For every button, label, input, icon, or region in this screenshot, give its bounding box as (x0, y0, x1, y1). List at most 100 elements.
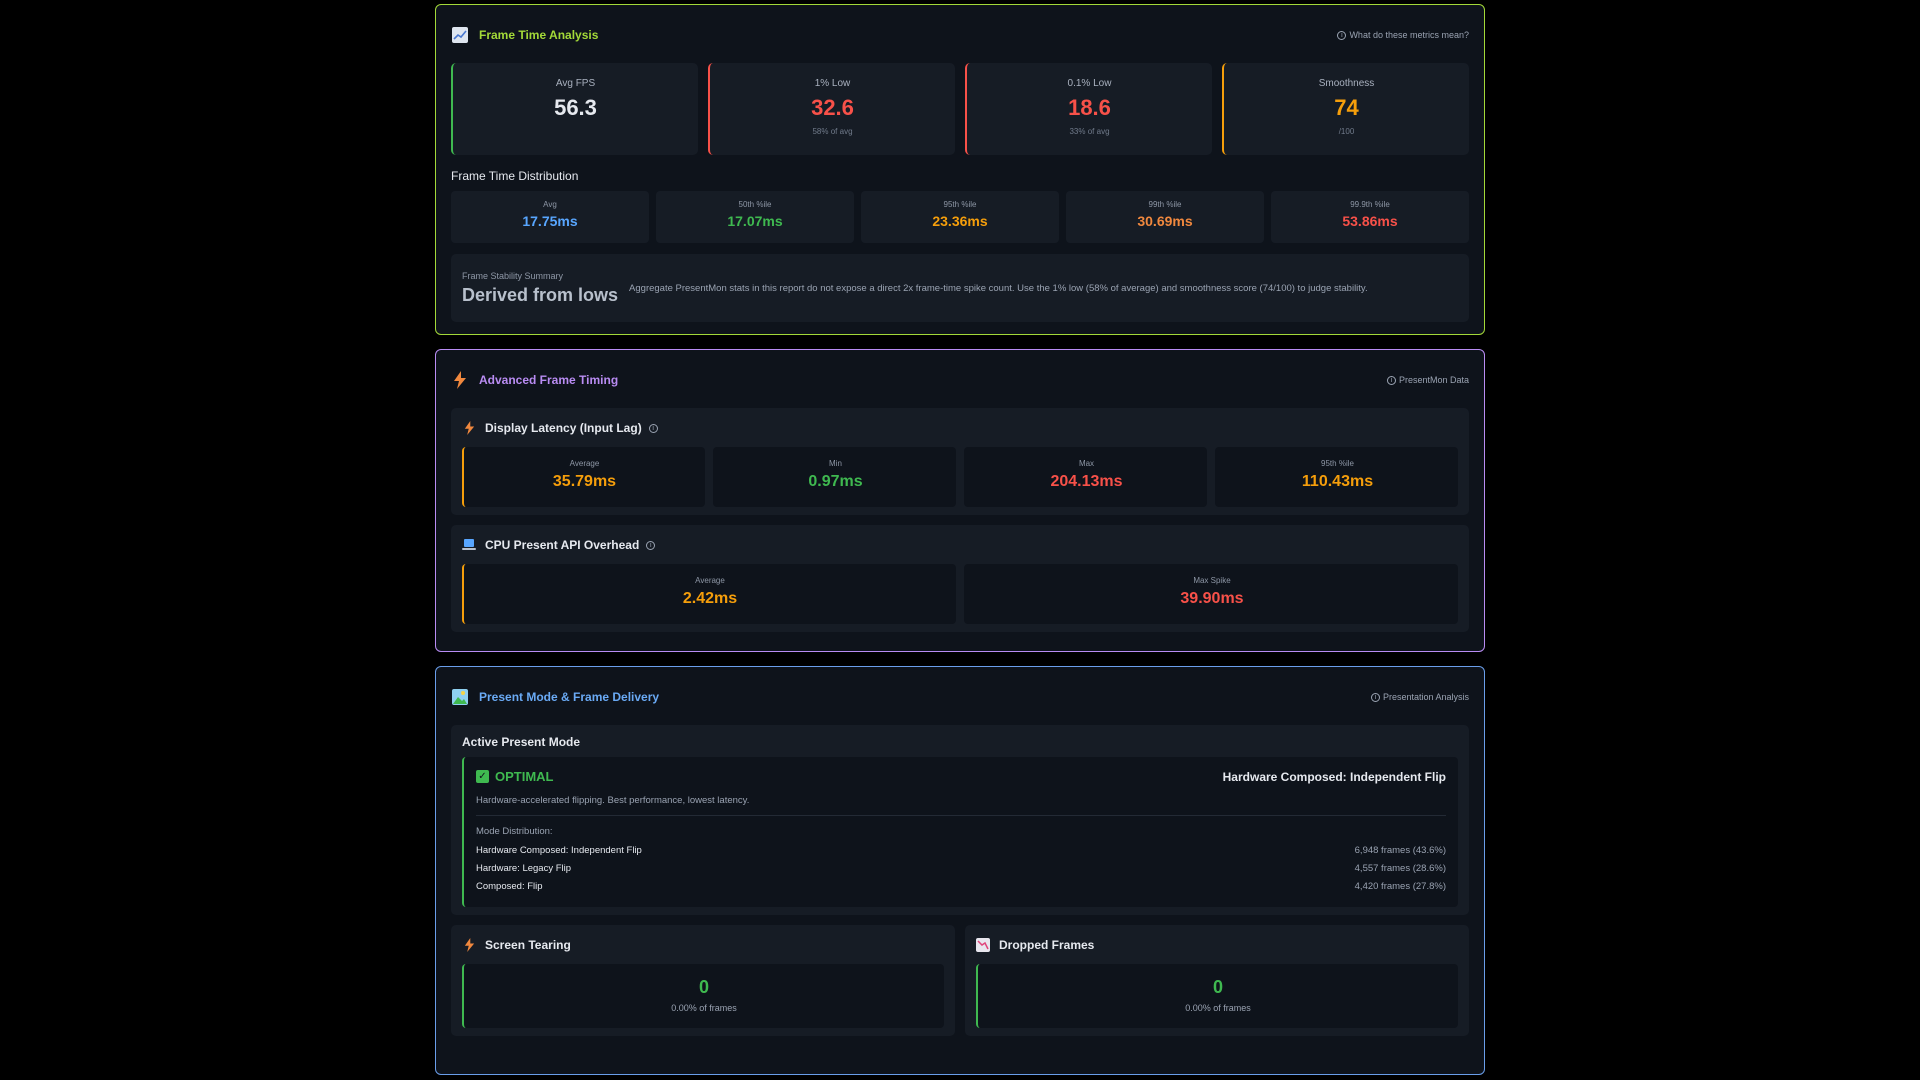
latency-value: 110.43ms (1301, 473, 1374, 490)
dist-label: 99th %ile (1148, 200, 1182, 209)
metric-value: 32.6 (811, 95, 854, 120)
chart-icon (451, 26, 469, 44)
advanced-timing-panel: Advanced Frame Timing i PresentMon Data … (435, 349, 1485, 652)
frame-time-header: Frame Time Analysis i What do these metr… (451, 21, 1469, 49)
info-icon[interactable]: i (646, 540, 656, 550)
latency-max: Max 204.13ms (964, 447, 1207, 507)
stability-summary: Frame Stability Summary Derived from low… (451, 254, 1469, 322)
latency-value: 35.79ms (552, 473, 617, 490)
frame-time-info-link[interactable]: i What do these metrics mean? (1337, 30, 1469, 40)
metric-1pct-low: 1% Low 32.6 58% of avg (708, 63, 955, 155)
dist-label: 99.9th %ile (1350, 200, 1390, 209)
dist-value: 30.69ms (1137, 213, 1193, 229)
lightning-icon (462, 421, 476, 435)
cpu-average: Average 2.42ms (462, 564, 956, 624)
image-icon (451, 688, 469, 706)
advanced-timing-header: Advanced Frame Timing i PresentMon Data (451, 366, 1469, 394)
dist-p95: 95th %ile 23.36ms (861, 191, 1059, 243)
advanced-timing-info-link[interactable]: i PresentMon Data (1386, 375, 1469, 385)
cpu-value: 2.42ms (682, 590, 738, 607)
dropped-frames-title: Dropped Frames (999, 938, 1095, 952)
mode-frames: 4,557 frames (28.6%) (1354, 863, 1446, 874)
metric-label: Avg FPS (555, 78, 596, 89)
info-icon: i (1370, 692, 1380, 702)
info-icon: i (1386, 375, 1396, 385)
lightning-icon (462, 938, 476, 952)
mode-name: Hardware: Legacy Flip (476, 863, 572, 874)
screen-tearing-section: Screen Tearing 0 0.00% of frames (451, 925, 955, 1036)
mode-distribution-label: Mode Distribution: (476, 826, 553, 837)
dropped-frames-sub: 0.00% of frames (1185, 1003, 1251, 1013)
dropped-frames-section: Dropped Frames 0 0.00% of frames (965, 925, 1469, 1036)
dist-label: 50th %ile (738, 200, 772, 209)
screen-tearing-title: Screen Tearing (485, 938, 571, 952)
dist-value: 53.86ms (1342, 213, 1398, 229)
info-icon[interactable]: i (648, 423, 658, 433)
display-latency-title: Display Latency (Input Lag) (485, 421, 642, 435)
screen-tearing-header: Screen Tearing (462, 935, 944, 955)
distribution-row: Avg 17.75ms 50th %ile 17.07ms 95th %ile … (451, 191, 1469, 243)
present-mode-info-link[interactable]: i Presentation Analysis (1370, 692, 1469, 702)
latency-average: Average 35.79ms (462, 447, 705, 507)
advanced-timing-title: Advanced Frame Timing (479, 373, 619, 387)
metric-value: 18.6 (1068, 95, 1111, 120)
chart-down-icon (976, 938, 990, 952)
latency-p95: 95th %ile 110.43ms (1215, 447, 1458, 507)
dropped-frames-value: 0 (1212, 977, 1223, 997)
latency-value: 0.97ms (808, 473, 863, 490)
present-mode-card: ✓ OPTIMAL Hardware Composed: Independent… (462, 757, 1458, 907)
latency-label: Max (1078, 459, 1095, 468)
latency-min: Min 0.97ms (713, 447, 956, 507)
present-mode-panel: Present Mode & Frame Delivery i Presenta… (435, 666, 1485, 1075)
mode-description: Hardware-accelerated flipping. Best perf… (476, 795, 1446, 816)
metric-value: 74 (1334, 95, 1359, 120)
dist-value: 17.07ms (727, 213, 783, 229)
frame-time-info-text: What do these metrics mean? (1349, 30, 1469, 40)
status-badge: ✓ OPTIMAL (476, 769, 554, 784)
list-item: Hardware Composed: Independent Flip 6,94… (476, 845, 1446, 856)
distribution-title: Frame Time Distribution (451, 169, 579, 183)
latency-label: Average (569, 459, 600, 468)
metric-sub: 33% of avg (1069, 127, 1110, 136)
present-mode-header: Present Mode & Frame Delivery i Presenta… (451, 683, 1469, 711)
cpu-overhead-title: CPU Present API Overhead (485, 538, 640, 552)
dist-p99: 99th %ile 30.69ms (1066, 191, 1264, 243)
screen-tearing-card: 0 0.00% of frames (462, 964, 944, 1028)
laptop-icon (462, 538, 476, 552)
present-mode-info-text: Presentation Analysis (1382, 692, 1469, 702)
metric-sub: 58% of avg (812, 127, 853, 136)
stability-value: Derived from lows (462, 284, 619, 305)
stability-description: Aggregate PresentMon stats in this repor… (629, 282, 1368, 294)
active-present-mode-section: Active Present Mode ✓ OPTIMAL Hardware C… (451, 725, 1469, 915)
metric-label: 0.1% Low (1067, 78, 1112, 89)
display-latency-section: Display Latency (Input Lag) i Average 35… (451, 408, 1469, 515)
screen-tearing-value: 0 (698, 977, 709, 997)
cpu-max-spike: Max Spike 39.90ms (964, 564, 1458, 624)
metric-value: 56.3 (554, 95, 597, 120)
mode-frames: 4,420 frames (27.8%) (1354, 881, 1446, 892)
mode-name: Hardware Composed: Independent Flip (476, 845, 642, 856)
cpu-label: Average (695, 576, 725, 585)
dist-p999: 99.9th %ile 53.86ms (1271, 191, 1469, 243)
mode-name: Composed: Flip (476, 881, 543, 892)
dist-label: Avg (543, 200, 557, 209)
dropped-frames-header: Dropped Frames (976, 935, 1458, 955)
frame-time-title: Frame Time Analysis (479, 28, 599, 42)
list-item: Composed: Flip 4,420 frames (27.8%) (476, 881, 1446, 892)
report-column: Frame Time Analysis i What do these metr… (435, 4, 1485, 1075)
latency-cards: Average 35.79ms Min 0.97ms Max 204.13ms … (462, 447, 1458, 507)
fps-metrics: Avg FPS 56.3 1% Low 32.6 58% of avg 0.1%… (451, 63, 1469, 155)
mode-frames: 6,948 frames (43.6%) (1354, 845, 1446, 856)
checkmark-icon: ✓ (476, 770, 489, 783)
dropped-frames-card: 0 0.00% of frames (976, 964, 1458, 1028)
cpu-cards: Average 2.42ms Max Spike 39.90ms (462, 564, 1458, 624)
cpu-overhead-header: CPU Present API Overhead i (462, 535, 1458, 555)
cpu-value: 39.90ms (1180, 590, 1244, 607)
advanced-timing-info-text: PresentMon Data (1398, 375, 1469, 385)
metric-label: Smoothness (1318, 78, 1375, 89)
cpu-label: Max Spike (1193, 576, 1231, 585)
status-text: OPTIMAL (495, 769, 554, 784)
dist-p50: 50th %ile 17.07ms (656, 191, 854, 243)
cpu-overhead-section: CPU Present API Overhead i Average 2.42m… (451, 525, 1469, 632)
latency-label: Min (829, 459, 842, 468)
